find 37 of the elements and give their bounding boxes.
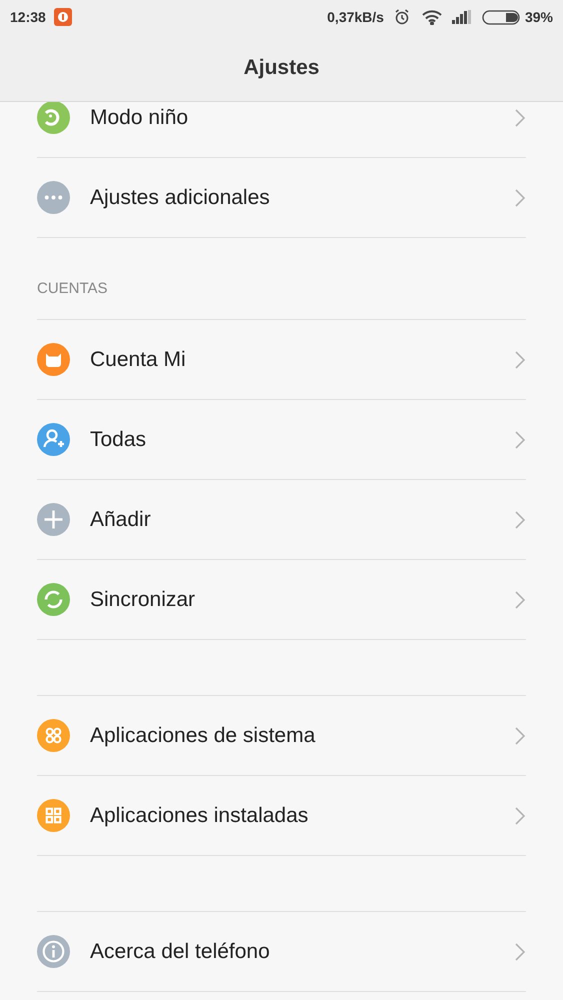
item-label: Aplicaciones instaladas: [90, 804, 310, 828]
item-label: Acerca del teléfono: [90, 940, 271, 964]
notification-icon: [54, 8, 72, 26]
settings-item[interactable]: Sincronizar: [37, 560, 526, 640]
signal-icon: [452, 10, 472, 24]
chevron-right-icon: [514, 510, 526, 530]
chevron-right-icon: [514, 350, 526, 370]
item-label: Ajustes adicionales: [90, 186, 271, 210]
item-label: Todas: [90, 428, 148, 452]
settings-item[interactable]: Ajustes adicionales: [37, 158, 526, 238]
network-speed: 0,37kB/s: [327, 8, 384, 26]
item-label: Modo niño: [90, 106, 190, 130]
wifi-icon: [422, 10, 442, 24]
screen-title: Ajustes: [244, 54, 320, 81]
settings-item[interactable]: Cuenta Mi: [37, 320, 526, 400]
section-header: CUENTAS: [37, 278, 108, 298]
item-label: Añadir: [90, 508, 152, 532]
chevron-right-icon: [514, 590, 526, 610]
battery-icon: [482, 10, 520, 24]
settings-item[interactable]: Aplicaciones de sistema: [37, 696, 526, 776]
battery-percentage: 39%: [524, 8, 553, 26]
chevron-right-icon: [514, 726, 526, 746]
alarm-clock-icon: [394, 9, 410, 25]
item-label: Cuenta Mi: [90, 348, 187, 372]
status-time: 12:38: [10, 8, 46, 26]
settings-item[interactable]: Acerca del teléfono: [37, 912, 526, 992]
settings-item[interactable]: Aplicaciones instaladas: [37, 776, 526, 856]
settings-item[interactable]: Todas: [37, 400, 526, 480]
chevron-right-icon: [514, 942, 526, 962]
chevron-right-icon: [514, 430, 526, 450]
settings-item[interactable]: Modo niño: [37, 102, 526, 158]
chevron-right-icon: [514, 108, 526, 128]
settings-item[interactable]: Añadir: [37, 480, 526, 560]
chevron-right-icon: [514, 806, 526, 826]
item-label: Aplicaciones de sistema: [90, 724, 316, 748]
item-label: Sincronizar: [90, 588, 196, 612]
chevron-right-icon: [514, 188, 526, 208]
